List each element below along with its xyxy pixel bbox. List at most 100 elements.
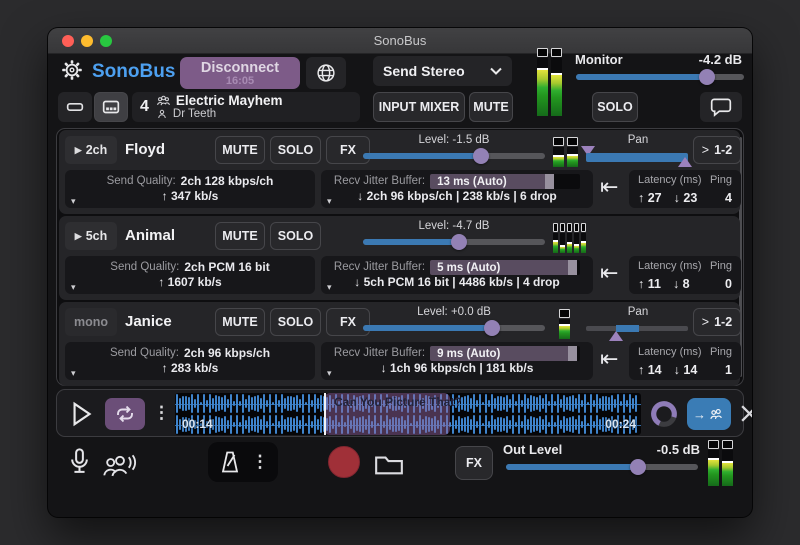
latency-up: ↑ 14 xyxy=(638,363,662,377)
peer-mute-button[interactable]: MUTE xyxy=(215,222,265,250)
zoom-window-button[interactable] xyxy=(100,35,112,47)
collapse-chevron-icon[interactable]: ▾ xyxy=(71,196,76,207)
jitter-reset-icon[interactable]: ⇤ xyxy=(600,174,618,200)
jitter-reset-icon[interactable]: ⇤ xyxy=(600,260,618,286)
peer-solo-button[interactable]: SOLO xyxy=(270,136,321,164)
latency-down: ↓ 23 xyxy=(674,191,698,205)
settings-gear-icon[interactable] xyxy=(60,58,84,82)
send-rate: ↑ 283 kb/s xyxy=(162,361,219,376)
peer-row-janice: mono Janice MUTE SOLO FX Level: +0.0 dB … xyxy=(59,302,740,386)
pan-marker[interactable] xyxy=(609,331,623,341)
connect-server-button[interactable] xyxy=(306,57,346,89)
peer-level-slider[interactable] xyxy=(363,233,545,251)
pan-right-marker[interactable] xyxy=(678,157,692,167)
main-input-meters xyxy=(537,48,562,116)
output-fx-button[interactable]: FX xyxy=(455,446,493,480)
peer-channels-button[interactable]: mono xyxy=(65,308,117,336)
peer-channel-count: mono xyxy=(74,315,108,329)
peer-level-label: Level: +0.0 dB xyxy=(363,306,545,318)
playhead-cursor[interactable] xyxy=(324,393,326,435)
main-solo-button[interactable]: SOLO xyxy=(592,92,638,122)
monitor-slider-knob[interactable] xyxy=(699,69,715,85)
globe-icon xyxy=(315,62,337,84)
player-menu-button[interactable]: ⋮ xyxy=(153,403,170,423)
input-mixer-button[interactable]: INPUT MIXER xyxy=(373,92,465,122)
send-quality-value: 2ch 128 kbps/ch xyxy=(181,174,274,189)
group-broadcast-icon[interactable] xyxy=(100,452,140,480)
peer-level-slider[interactable] xyxy=(363,147,545,165)
peer-row-animal: ▶ 5ch Animal MUTE SOLO Level: -4.7 dB Se… xyxy=(59,216,740,300)
peer-jitter-panel[interactable]: Recv Jitter Buffer: 9 ms (Auto) ↓ 1ch 96… xyxy=(321,342,593,380)
view-minimal-button[interactable] xyxy=(58,92,92,122)
record-button[interactable] xyxy=(328,446,360,478)
peer-dest-button[interactable]: > 1-2 xyxy=(693,308,741,336)
peer-solo-button[interactable]: SOLO xyxy=(270,308,321,336)
send-quality-value: 2ch 96 kbps/ch xyxy=(184,346,270,361)
jitter-reset-icon[interactable]: ⇤ xyxy=(600,346,618,372)
peer-jitter-panel[interactable]: Recv Jitter Buffer: 5 ms (Auto) ↓ 5ch PC… xyxy=(321,256,593,294)
main-mute-button[interactable]: MUTE xyxy=(469,92,513,122)
play-button[interactable] xyxy=(66,399,96,429)
chat-bubble-icon xyxy=(709,96,733,118)
peer-level-knob[interactable] xyxy=(484,320,500,336)
metronome-panel[interactable]: ⋮ xyxy=(208,442,278,482)
metronome-menu-button[interactable]: ⋮ xyxy=(252,452,269,472)
peer-send-quality-panel[interactable]: Send Quality: 2ch 128 kbps/ch ↑ 347 kb/s… xyxy=(65,170,315,208)
recv-detail: ↓ 1ch 96 kbps/ch | 181 kb/s xyxy=(381,361,534,376)
jitter-thumb[interactable] xyxy=(568,346,577,361)
close-window-button[interactable] xyxy=(62,35,74,47)
open-file-folder-icon[interactable] xyxy=(372,450,406,478)
out-level-knob[interactable] xyxy=(630,459,646,475)
peer-send-quality-panel[interactable]: Send Quality: 2ch 96 kbps/ch ↑ 283 kb/s … xyxy=(65,342,315,380)
close-player-icon[interactable] xyxy=(739,403,752,424)
send-mode-dropdown[interactable]: Send Stereo xyxy=(373,56,512,86)
view-detailed-button[interactable] xyxy=(94,92,128,122)
jitter-thumb[interactable] xyxy=(545,174,554,189)
jitter-buffer-bar[interactable]: 13 ms (Auto) xyxy=(430,174,580,189)
collapse-chevron-icon[interactable]: ▾ xyxy=(327,368,332,379)
collapse-chevron-icon[interactable]: ▾ xyxy=(71,282,76,293)
peer-level-knob[interactable] xyxy=(451,234,467,250)
peer-channels-expand-button[interactable]: ▶ 2ch xyxy=(65,136,117,164)
collapse-chevron-icon[interactable]: ▾ xyxy=(327,196,332,207)
peer-level-slider[interactable] xyxy=(363,319,545,337)
peer-level-label: Level: -1.5 dB xyxy=(363,134,545,146)
peer-meters xyxy=(553,137,578,167)
latency-up: ↑ 11 xyxy=(638,277,661,291)
mic-input-icon[interactable] xyxy=(66,446,93,482)
latency-label: Latency (ms) xyxy=(638,346,702,358)
minimize-window-button[interactable] xyxy=(81,35,93,47)
send-file-to-group-button[interactable]: → xyxy=(687,398,731,430)
peer-jitter-panel[interactable]: Recv Jitter Buffer: 13 ms (Auto) ↓ 2ch 9… xyxy=(321,170,593,208)
jitter-buffer-bar[interactable]: 5 ms (Auto) xyxy=(430,260,580,275)
peer-mute-button[interactable]: MUTE xyxy=(215,308,265,336)
ping-label: Ping xyxy=(710,346,732,358)
jitter-buffer-bar[interactable]: 9 ms (Auto) xyxy=(430,346,580,361)
chat-button[interactable] xyxy=(700,92,742,122)
playback-gain-knob[interactable] xyxy=(649,399,679,429)
time-total: 00:24 xyxy=(605,417,636,431)
peer-channels-expand-button[interactable]: ▶ 5ch xyxy=(65,222,117,250)
peer-pan-slider[interactable] xyxy=(584,318,690,344)
out-level-slider[interactable] xyxy=(506,458,698,476)
group-info-panel[interactable]: 4 Electric Mayhem Dr Teeth xyxy=(132,92,360,122)
monitor-slider[interactable] xyxy=(576,68,744,86)
collapse-chevron-icon[interactable]: ▾ xyxy=(71,368,76,379)
disconnect-button[interactable]: Disconnect 16:05 xyxy=(180,57,300,89)
peer-pan-dual-slider[interactable] xyxy=(584,146,690,170)
peer-latency-panel: Latency (ms)Ping ↑ 14↓ 141 xyxy=(629,342,741,380)
titlebar[interactable]: SonoBus xyxy=(48,28,752,54)
send-quality-label: Send Quality: xyxy=(110,346,179,360)
waveform-display[interactable]: Can You Picture That? 00:14 00:24 xyxy=(175,393,641,435)
peer-level-knob[interactable] xyxy=(473,148,489,164)
collapse-chevron-icon[interactable]: ▾ xyxy=(327,282,332,293)
loop-button[interactable] xyxy=(105,398,145,430)
jitter-thumb[interactable] xyxy=(568,260,577,275)
peer-dest-channels: 1-2 xyxy=(714,143,732,157)
peer-dest-button[interactable]: > 1-2 xyxy=(693,136,741,164)
peer-send-quality-panel[interactable]: Send Quality: 2ch PCM 16 bit ↑ 1607 kb/s… xyxy=(65,256,315,294)
send-quality-label: Send Quality: xyxy=(110,260,179,274)
peer-mute-button[interactable]: MUTE xyxy=(215,136,265,164)
peer-solo-button[interactable]: SOLO xyxy=(270,222,321,250)
peer-latency-panel: Latency (ms)Ping ↑ 11↓ 80 xyxy=(629,256,741,294)
